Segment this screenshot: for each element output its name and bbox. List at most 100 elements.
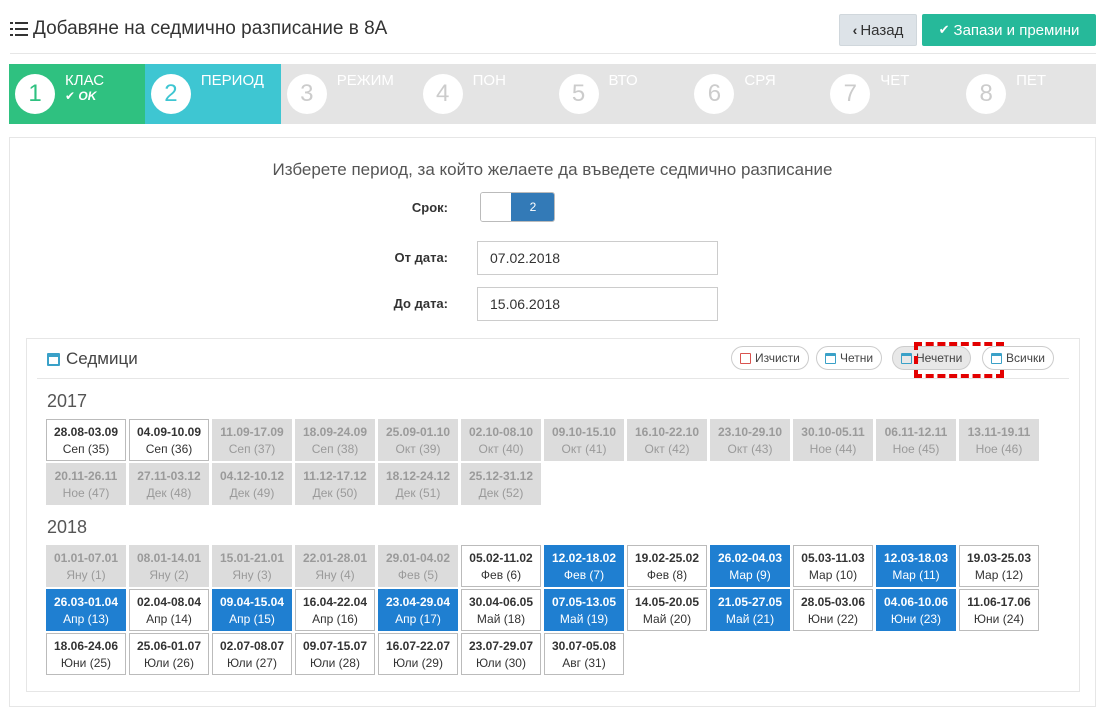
week-dates: 16.10-22.10 <box>634 425 700 439</box>
term-toggle[interactable]: 2 <box>480 192 555 222</box>
week-month: Окт (42) <box>644 442 690 456</box>
wizard-step-4[interactable]: 4 ПОН <box>417 64 553 124</box>
week-cell[interactable]: 05.02-11.02 Фев (6) <box>461 545 541 587</box>
week-month: Сеп (36) <box>145 442 193 456</box>
week-dates: 02.04-08.04 <box>136 595 202 609</box>
week-cell[interactable]: 19.03-25.03 Мар (12) <box>959 545 1039 587</box>
week-cell[interactable]: 23.04-29.04 Апр (17) <box>378 589 458 631</box>
week-cell[interactable]: 12.02-18.02 Фев (7) <box>544 545 624 587</box>
even-weeks-button[interactable]: Четни <box>816 346 883 370</box>
week-month: Апр (16) <box>312 612 358 626</box>
week-month: Сеп (37) <box>228 442 276 456</box>
week-dates: 26.03-01.04 <box>53 595 119 609</box>
week-month: Ное (45) <box>892 442 940 456</box>
week-dates: 25.06-01.07 <box>136 639 202 653</box>
week-month: Окт (40) <box>478 442 524 456</box>
week-month: Юни (25) <box>60 656 112 670</box>
week-cell[interactable]: 30.04-06.05 Май (18) <box>461 589 541 631</box>
calendar-check-icon <box>991 352 1002 364</box>
week-cell[interactable]: 02.07-08.07 Юли (27) <box>212 633 292 675</box>
week-month: Ное (46) <box>975 442 1023 456</box>
week-dates: 19.03-25.03 <box>966 551 1032 565</box>
week-cell[interactable]: 16.07-22.07 Юли (29) <box>378 633 458 675</box>
week-cell: 25.12-31.12 Дек (52) <box>461 463 541 505</box>
week-cell[interactable]: 11.06-17.06 Юни (24) <box>959 589 1039 631</box>
wizard-step-1[interactable]: 1 КЛАС ✔ OK <box>9 64 145 124</box>
week-month: Дек (50) <box>312 486 358 500</box>
wizard-step-3[interactable]: 3 РЕЖИМ <box>281 64 417 124</box>
to-date-input[interactable]: 15.06.2018 <box>477 287 718 321</box>
week-month: Фев (8) <box>646 568 688 582</box>
week-cell[interactable]: 04.09-10.09 Сеп (36) <box>129 419 209 461</box>
week-cell[interactable]: 05.03-11.03 Мар (10) <box>793 545 873 587</box>
week-month: Окт (39) <box>395 442 441 456</box>
week-month: Фев (5) <box>397 568 439 582</box>
week-month: Яну (4) <box>315 568 355 582</box>
week-dates: 30.04-06.05 <box>468 595 534 609</box>
week-cell[interactable]: 23.07-29.07 Юли (30) <box>461 633 541 675</box>
week-cell[interactable]: 14.05-20.05 Май (20) <box>627 589 707 631</box>
week-cell[interactable]: 25.06-01.07 Юли (26) <box>129 633 209 675</box>
week-cell[interactable]: 07.05-13.05 Май (19) <box>544 589 624 631</box>
week-month: Сеп (35) <box>62 442 110 456</box>
week-dates: 23.10-29.10 <box>717 425 783 439</box>
even-label: Четни <box>840 351 874 365</box>
step-number: 3 <box>286 74 327 114</box>
week-dates: 15.01-21.01 <box>219 551 285 565</box>
week-month: Юни (23) <box>890 612 942 626</box>
wizard-step-5[interactable]: 5 ВТО <box>553 64 689 124</box>
step-label: ЧЕТ <box>880 72 910 89</box>
check-icon: ✔ <box>938 22 950 37</box>
wizard-step-6[interactable]: 6 СРЯ <box>688 64 824 124</box>
wizard-step-8[interactable]: 8 ПЕТ <box>960 64 1096 124</box>
week-dates: 27.11-03.12 <box>137 469 201 483</box>
week-cell: 11.12-17.12 Дек (50) <box>295 463 375 505</box>
week-cell[interactable]: 02.04-08.04 Апр (14) <box>129 589 209 631</box>
week-cell[interactable]: 26.02-04.03 Мар (9) <box>710 545 790 587</box>
week-cell[interactable]: 16.04-22.04 Апр (16) <box>295 589 375 631</box>
week-cell[interactable]: 12.03-18.03 Мар (11) <box>876 545 956 587</box>
week-dates: 02.07-08.07 <box>219 639 285 653</box>
wizard-step-2[interactable]: 2 ПЕРИОД <box>144 64 281 124</box>
week-month: Апр (17) <box>395 612 441 626</box>
step-label: ВТО <box>608 72 638 89</box>
week-dates: 23.04-29.04 <box>385 595 451 609</box>
step-label: РЕЖИМ <box>336 72 394 89</box>
chevron-left-icon: ‹ <box>852 22 858 38</box>
week-dates: 26.02-04.03 <box>717 551 783 565</box>
week-month: Юни (22) <box>807 612 859 626</box>
week-cell[interactable]: 30.07-05.08 Авг (31) <box>544 633 624 675</box>
week-month: Ное (47) <box>62 486 110 500</box>
all-weeks-button[interactable]: Всички <box>982 346 1054 370</box>
week-dates: 09.10-15.10 <box>551 425 617 439</box>
wizard-step-7[interactable]: 7 ЧЕТ <box>824 64 960 124</box>
week-dates: 05.02-11.02 <box>469 551 533 565</box>
step-number: 4 <box>422 74 463 114</box>
period-panel: Изберете период, за който желаете да във… <box>9 137 1096 707</box>
week-cell[interactable]: 28.08-03.09 Сеп (35) <box>46 419 126 461</box>
week-cell[interactable]: 19.02-25.02 Фев (8) <box>627 545 707 587</box>
week-month: Дек (49) <box>229 486 275 500</box>
week-cell: 15.01-21.01 Яну (3) <box>212 545 292 587</box>
week-dates: 18.09-24.09 <box>302 425 368 439</box>
back-button[interactable]: ‹ Назад <box>839 14 917 46</box>
week-cell[interactable]: 21.05-27.05 Май (21) <box>710 589 790 631</box>
week-cell: 22.01-28.01 Яну (4) <box>295 545 375 587</box>
week-dates: 09.07-15.07 <box>302 639 368 653</box>
save-and-continue-button[interactable]: ✔ Запази и премини <box>922 14 1096 46</box>
week-cell[interactable]: 28.05-03.06 Юни (22) <box>793 589 873 631</box>
week-cell[interactable]: 09.04-15.04 Апр (15) <box>212 589 292 631</box>
week-cell: 18.12-24.12 Дек (51) <box>378 463 458 505</box>
week-cell[interactable]: 26.03-01.04 Апр (13) <box>46 589 126 631</box>
weeks-header: Седмици Изчисти Четни Нечетни Всички <box>37 339 1069 379</box>
step-ok-status: ✔ OK <box>65 89 96 103</box>
week-cell[interactable]: 04.06-10.06 Юни (23) <box>876 589 956 631</box>
week-cell[interactable]: 18.06-24.06 Юни (25) <box>46 633 126 675</box>
week-dates: 25.09-01.10 <box>385 425 451 439</box>
week-cell[interactable]: 09.07-15.07 Юли (28) <box>295 633 375 675</box>
from-date-input[interactable]: 07.02.2018 <box>477 241 718 275</box>
clear-button[interactable]: Изчисти <box>731 346 809 370</box>
week-dates: 16.07-22.07 <box>385 639 451 653</box>
week-dates: 04.09-10.09 <box>136 425 202 439</box>
week-month: Юли (27) <box>227 656 277 670</box>
